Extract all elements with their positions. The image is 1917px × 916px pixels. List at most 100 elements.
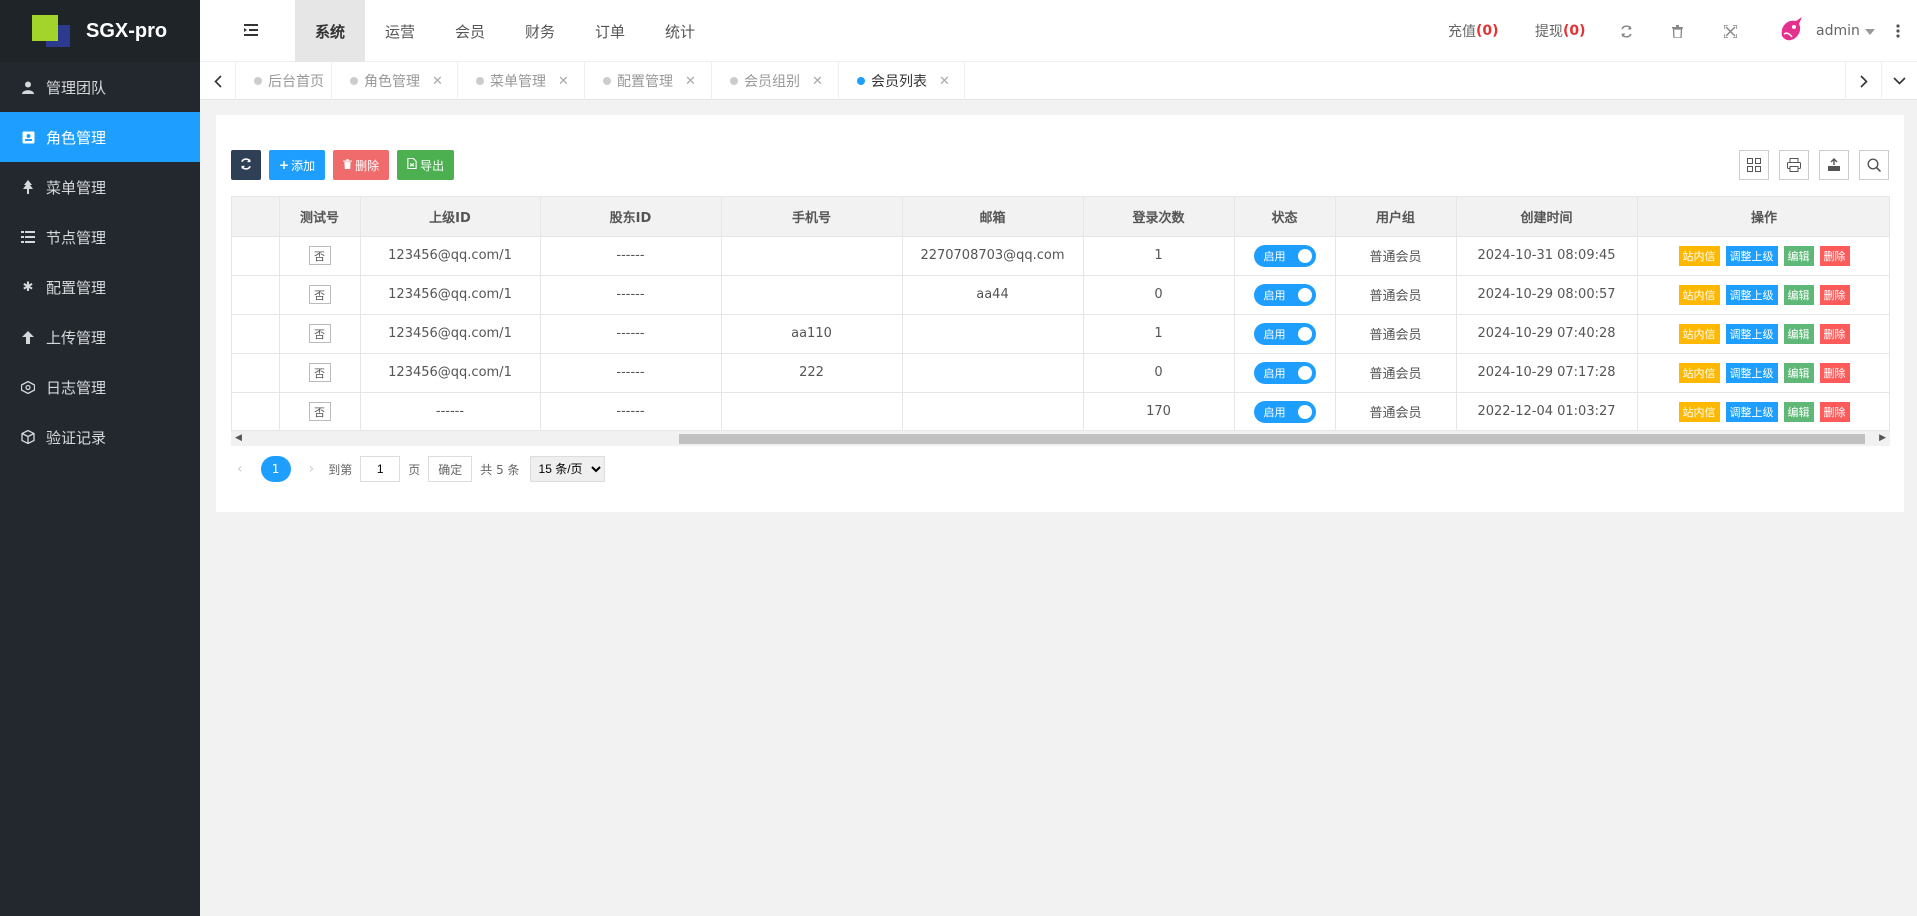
status-label: 启用 xyxy=(1263,288,1286,302)
page-tab-menus[interactable]: 菜单管理 ✕ xyxy=(458,62,585,100)
edit-button[interactable]: 编辑 xyxy=(1783,401,1814,422)
column-header[interactable]: 上级ID xyxy=(360,197,541,237)
sidebar-item-logs[interactable]: 日志管理 xyxy=(0,362,200,412)
export-button[interactable]: 导出 xyxy=(397,150,455,180)
user-menu[interactable]: admin xyxy=(1778,0,1875,62)
next-page-icon[interactable]: › xyxy=(303,461,321,477)
row-delete-button[interactable]: 删除 xyxy=(1819,284,1850,305)
page-size-select[interactable]: 15 条/页 xyxy=(529,456,605,482)
close-icon[interactable]: ✕ xyxy=(558,74,569,89)
page-tab-label: 菜单管理 xyxy=(490,74,546,90)
page-tab-member-list[interactable]: 会员列表 ✕ xyxy=(839,62,965,100)
edit-button[interactable]: 编辑 xyxy=(1783,323,1814,344)
refresh-button[interactable] xyxy=(231,150,261,180)
column-header[interactable]: 创建时间 xyxy=(1456,197,1638,237)
more-vertical-icon[interactable] xyxy=(1896,0,1900,62)
column-header[interactable]: 邮箱 xyxy=(902,197,1084,237)
search-icon[interactable] xyxy=(1859,150,1889,180)
chevron-right-icon[interactable] xyxy=(1845,62,1881,100)
adjust-parent-button[interactable]: 调整上级 xyxy=(1725,245,1778,266)
row-delete-button[interactable]: 删除 xyxy=(1819,362,1850,383)
close-icon[interactable]: ✕ xyxy=(939,74,950,89)
sidebar-item-verify[interactable]: 验证记录 xyxy=(0,412,200,462)
sidebar-item-menus[interactable]: 菜单管理 xyxy=(0,162,200,212)
row-delete-button[interactable]: 删除 xyxy=(1819,401,1850,422)
prev-page-icon[interactable]: ‹ xyxy=(231,461,249,477)
columns-toggle-icon[interactable] xyxy=(1739,150,1769,180)
top-tab-finance[interactable]: 财务 xyxy=(505,0,575,62)
withdraw-link[interactable]: 提现 (0) xyxy=(1535,0,1586,62)
scroll-left-icon[interactable]: ◀ xyxy=(235,433,242,443)
column-header[interactable]: 手机号 xyxy=(721,197,903,237)
column-header[interactable]: 股东ID xyxy=(540,197,722,237)
horizontal-scrollbar[interactable]: ◀ ▶ xyxy=(231,430,1890,446)
adjust-parent-button[interactable]: 调整上级 xyxy=(1725,362,1778,383)
scrollbar-thumb[interactable] xyxy=(679,434,1865,444)
page-tab-roles[interactable]: 角色管理 ✕ xyxy=(332,62,458,100)
export-tool-icon[interactable] xyxy=(1819,150,1849,180)
chevron-left-icon[interactable] xyxy=(200,62,236,100)
table-header-row: 测试号 上级ID 股东ID 手机号 邮箱 登录次数 状态 用户组 创建时间 操作 xyxy=(232,197,1889,237)
tabs-dropdown-icon[interactable] xyxy=(1881,62,1917,100)
page-tab-config[interactable]: 配置管理 ✕ xyxy=(585,62,712,100)
column-header[interactable]: 登录次数 xyxy=(1083,197,1235,237)
close-icon[interactable]: ✕ xyxy=(812,74,823,89)
test-flag[interactable]: 否 xyxy=(308,285,331,304)
status-toggle[interactable]: 启用 xyxy=(1253,283,1316,306)
close-icon[interactable]: ✕ xyxy=(685,74,696,89)
fullscreen-icon[interactable] xyxy=(1724,0,1737,62)
top-tab-orders[interactable]: 订单 xyxy=(575,0,645,62)
add-button[interactable]: + 添加 xyxy=(269,150,326,180)
test-flag[interactable]: 否 xyxy=(308,324,331,343)
sidebar-item-team[interactable]: 管理团队 xyxy=(0,62,200,112)
adjust-parent-button[interactable]: 调整上级 xyxy=(1725,284,1778,305)
menu-toggle-icon[interactable] xyxy=(244,24,258,40)
table-row: 否 123456@qq.com/1 ------ 222 0 启用 普通会员 2… xyxy=(232,353,1889,393)
status-toggle[interactable]: 启用 xyxy=(1253,244,1316,267)
top-tab-members[interactable]: 会员 xyxy=(435,0,505,62)
row-delete-button[interactable]: 删除 xyxy=(1819,245,1850,266)
status-toggle[interactable]: 启用 xyxy=(1253,322,1316,345)
sidebar-item-roles[interactable]: 角色管理 xyxy=(0,112,200,162)
sidebar-item-nodes[interactable]: 节点管理 xyxy=(0,212,200,262)
top-tab-operations[interactable]: 运营 xyxy=(365,0,435,62)
test-flag[interactable]: 否 xyxy=(308,402,331,421)
plus-icon: + xyxy=(279,158,290,172)
page-number-current[interactable]: 1 xyxy=(260,456,291,482)
column-header[interactable]: 测试号 xyxy=(279,197,361,237)
delete-button[interactable]: 删除 xyxy=(333,150,390,180)
message-button[interactable]: 站内信 xyxy=(1678,362,1720,383)
test-flag[interactable]: 否 xyxy=(308,363,331,382)
message-button[interactable]: 站内信 xyxy=(1678,323,1720,344)
page-tab-home[interactable]: 后台首页 xyxy=(236,62,332,100)
sidebar-item-uploads[interactable]: 上传管理 xyxy=(0,312,200,362)
cell-email xyxy=(902,314,1084,354)
edit-button[interactable]: 编辑 xyxy=(1783,284,1814,305)
top-tab-stats[interactable]: 统计 xyxy=(645,0,715,62)
recharge-link[interactable]: 充值 (0) xyxy=(1448,0,1499,62)
sidebar-item-config[interactable]: ✱ 配置管理 xyxy=(0,262,200,312)
goto-page-input[interactable] xyxy=(360,456,401,482)
column-header[interactable]: 用户组 xyxy=(1335,197,1457,237)
message-button[interactable]: 站内信 xyxy=(1678,401,1720,422)
goto-confirm-button[interactable]: 确定 xyxy=(428,456,473,482)
print-icon[interactable] xyxy=(1779,150,1809,180)
row-delete-button[interactable]: 删除 xyxy=(1819,323,1850,344)
status-toggle[interactable]: 启用 xyxy=(1253,361,1316,384)
edit-button[interactable]: 编辑 xyxy=(1783,245,1814,266)
message-button[interactable]: 站内信 xyxy=(1678,284,1720,305)
message-button[interactable]: 站内信 xyxy=(1678,245,1720,266)
edit-button[interactable]: 编辑 xyxy=(1783,362,1814,383)
column-header[interactable]: 状态 xyxy=(1234,197,1336,237)
scroll-right-icon[interactable]: ▶ xyxy=(1879,433,1886,443)
status-toggle[interactable]: 启用 xyxy=(1253,400,1316,423)
tree-icon xyxy=(20,179,36,195)
close-icon[interactable]: ✕ xyxy=(432,74,443,89)
refresh-icon[interactable] xyxy=(1620,0,1633,62)
test-flag[interactable]: 否 xyxy=(308,246,331,265)
top-tab-system[interactable]: 系统 xyxy=(295,0,365,62)
trash-icon[interactable] xyxy=(1672,0,1683,62)
page-tab-member-groups[interactable]: 会员组别 ✕ xyxy=(712,62,839,100)
adjust-parent-button[interactable]: 调整上级 xyxy=(1725,401,1778,422)
adjust-parent-button[interactable]: 调整上级 xyxy=(1725,323,1778,344)
